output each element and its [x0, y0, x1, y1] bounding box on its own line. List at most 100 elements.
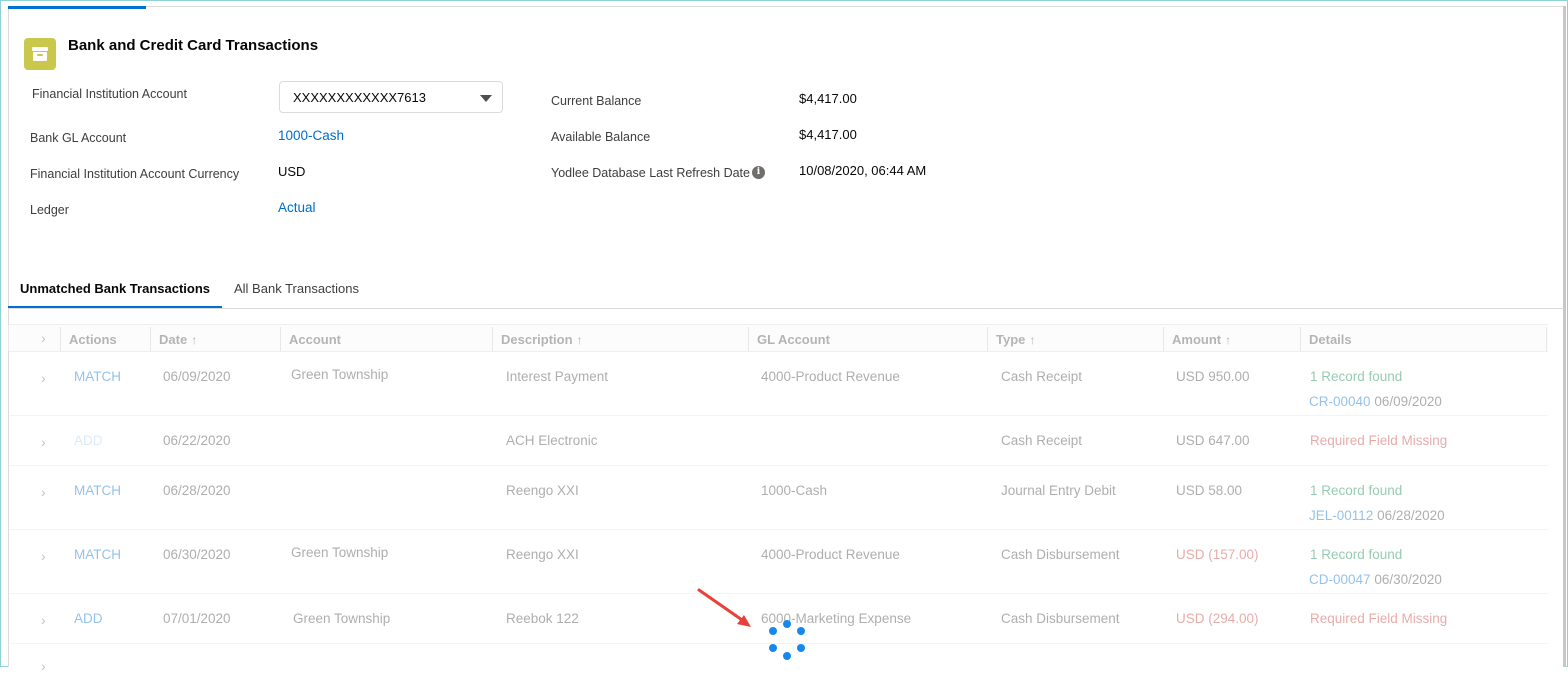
row-description: Reengo XXI [506, 483, 579, 498]
chevron-right-icon[interactable]: › [41, 370, 46, 386]
row-date: 06/09/2020 [163, 369, 231, 384]
column-header-gl-account: GL Account [757, 332, 830, 347]
column-divider [748, 327, 749, 351]
sort-arrow-icon: ↑ [191, 333, 198, 347]
current-balance-value: $4,417.00 [799, 91, 857, 106]
row-date: 06/22/2020 [163, 433, 231, 448]
record-link[interactable]: CD-00047 [1309, 572, 1371, 587]
row-amount: USD 58.00 [1176, 483, 1243, 498]
row-date: 07/01/2020 [163, 611, 231, 626]
row-gl-account: 1000-Cash [761, 483, 828, 498]
scrollbar[interactable] [1563, 6, 1566, 667]
row-action-button[interactable]: MATCH [74, 483, 121, 498]
column-header-amount[interactable]: Amount ↑ [1172, 332, 1231, 347]
chevron-right-icon[interactable]: › [41, 612, 46, 628]
row-type: Cash Disbursement [1001, 611, 1120, 626]
record-link[interactable]: CR-00040 [1309, 394, 1371, 409]
chevron-right-icon[interactable]: › [41, 330, 46, 346]
currency-label: Financial Institution Account Currency [30, 167, 240, 181]
loading-spinner-icon [765, 620, 809, 664]
column-header-description-label: Description [501, 332, 573, 347]
table-row: › MATCH 06/09/2020 Green Township Intere… [8, 352, 1548, 416]
financial-institution-account-value: XXXXXXXXXXXX7613 [293, 90, 426, 105]
row-gl-account: 4000-Product Revenue [761, 369, 900, 384]
column-divider [1546, 327, 1547, 351]
row-detail-status: Required Field Missing [1310, 611, 1448, 626]
column-divider [492, 327, 493, 351]
column-header-type-label: Type [996, 332, 1026, 347]
chevron-right-icon[interactable]: › [41, 484, 46, 500]
bank-transactions-icon [24, 38, 56, 70]
bank-gl-account-label: Bank GL Account [30, 131, 127, 145]
row-detail-status: 1 Record found [1310, 547, 1403, 562]
spinner-dot [797, 627, 805, 635]
tabs-divider [8, 308, 1564, 309]
spinner-dot [769, 644, 777, 652]
row-action-button[interactable]: MATCH [74, 369, 121, 384]
annotation-arrow [697, 588, 751, 627]
record-date: 06/30/2020 [1374, 572, 1442, 587]
tab-unmatched-bank-transactions[interactable]: Unmatched Bank Transactions [20, 281, 210, 296]
column-divider [1163, 327, 1164, 351]
row-type: Journal Entry Debit [1001, 483, 1116, 498]
row-description: ACH Electronic [506, 433, 598, 448]
row-amount: USD 647.00 [1176, 433, 1250, 448]
row-detail-record: JEL-00112 06/28/2020 [1309, 508, 1445, 523]
row-type: Cash Receipt [1001, 369, 1083, 384]
sort-arrow-icon: ↑ [1225, 333, 1232, 347]
column-header-actions: Actions [69, 332, 117, 347]
table-row: › MATCH 06/28/2020 Reengo XXI 1000-Cash … [8, 466, 1548, 530]
active-tab-indicator [8, 6, 146, 9]
financial-institution-account-label: Financial Institution Account [32, 87, 187, 101]
table-header: › Actions Date ↑ Account Description ↑ GL … [8, 324, 1548, 352]
row-type: Cash Receipt [1001, 433, 1083, 448]
row-description: Reengo XXI [506, 547, 579, 562]
column-divider [60, 327, 61, 351]
ledger-label: Ledger [30, 203, 69, 217]
row-gl-account: 4000-Product Revenue [761, 547, 900, 562]
column-divider [150, 327, 151, 351]
column-divider [987, 327, 988, 351]
tab-all-bank-transactions[interactable]: All Bank Transactions [234, 281, 359, 296]
column-header-date[interactable]: Date ↑ [159, 332, 197, 347]
row-detail-status: Required Field Missing [1310, 433, 1448, 448]
chevron-right-icon[interactable]: › [41, 658, 46, 674]
chevron-right-icon[interactable]: › [41, 548, 46, 564]
chevron-right-icon[interactable]: › [41, 434, 46, 450]
record-link[interactable]: JEL-00112 [1309, 508, 1373, 523]
row-action-button[interactable]: MATCH [74, 547, 121, 562]
spinner-dot [769, 627, 777, 635]
current-balance-label: Current Balance [551, 94, 642, 108]
spinner-dot [783, 620, 791, 628]
page-title: Bank and Credit Card Transactions [68, 37, 319, 54]
refresh-date-label: Yodlee Database Last Refresh Date [551, 166, 750, 180]
row-description: Reebok 122 [506, 611, 579, 626]
row-amount: USD (294.00) [1176, 611, 1259, 626]
column-header-type[interactable]: Type ↑ [996, 332, 1035, 347]
row-date: 06/28/2020 [163, 483, 231, 498]
row-date: 06/30/2020 [163, 547, 231, 562]
financial-institution-account-select[interactable]: XXXXXXXXXXXX7613 [279, 81, 503, 113]
row-action-button[interactable]: ADD [74, 433, 103, 448]
row-type: Cash Disbursement [1001, 547, 1120, 562]
info-icon[interactable]: i [752, 166, 765, 179]
row-detail-status: 1 Record found [1310, 483, 1403, 498]
row-detail-record: CR-00040 06/09/2020 [1309, 394, 1442, 409]
column-header-amount-label: Amount [1172, 332, 1222, 347]
row-action-button[interactable]: ADD [74, 611, 103, 626]
row-account: Green Township [291, 367, 389, 382]
column-header-account: Account [289, 332, 341, 347]
bank-gl-account-link[interactable]: 1000-Cash [278, 128, 344, 143]
spinner-dot [783, 652, 791, 660]
row-description: Interest Payment [506, 369, 609, 384]
row-amount: USD 950.00 [1176, 369, 1250, 384]
row-detail-record: CD-00047 06/30/2020 [1309, 572, 1442, 587]
column-header-description[interactable]: Description ↑ [501, 332, 583, 347]
refresh-date-value: 10/08/2020, 06:44 AM [799, 163, 927, 178]
spinner-dot [797, 644, 805, 652]
row-account: Green Township [293, 611, 391, 626]
row-amount: USD (157.00) [1176, 547, 1259, 562]
sort-arrow-icon: ↑ [1029, 333, 1036, 347]
record-date: 06/09/2020 [1374, 394, 1442, 409]
ledger-link[interactable]: Actual [278, 200, 316, 215]
